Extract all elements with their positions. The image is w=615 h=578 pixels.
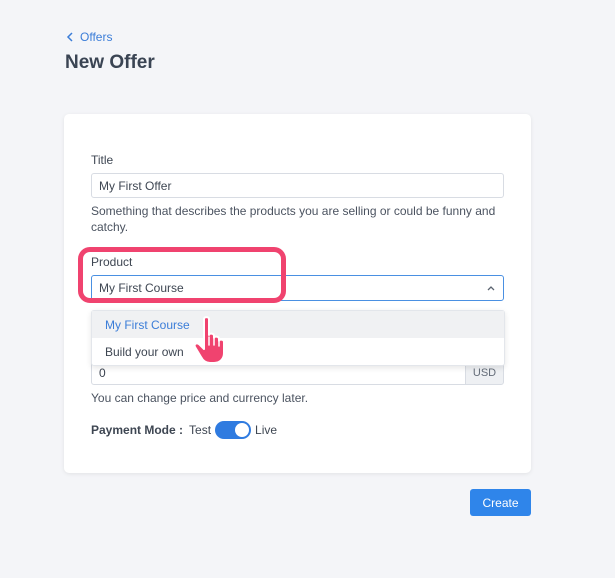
title-label: Title (91, 153, 114, 167)
price-input-value: 0 (99, 366, 106, 380)
toggle-knob (235, 423, 250, 437)
product-option-build-your-own[interactable]: Build your own (92, 338, 504, 365)
create-button[interactable]: Create (470, 489, 531, 516)
product-dropdown-menu: My First Course Build your own (91, 310, 505, 366)
price-help-text: You can change price and currency later. (91, 391, 309, 405)
chevron-left-icon (66, 32, 73, 42)
product-select[interactable]: My First Course (91, 275, 504, 301)
product-select-value: My First Course (99, 281, 184, 295)
pointing-hand-icon (193, 316, 225, 364)
title-input[interactable]: My First Offer (91, 173, 504, 198)
payment-mode-label: Payment Mode : (91, 423, 184, 437)
page-title: New Offer (65, 52, 155, 73)
chevron-up-icon (487, 286, 495, 291)
payment-mode-toggle[interactable] (215, 421, 252, 439)
breadcrumb[interactable]: Offers (66, 30, 112, 44)
breadcrumb-link-offers[interactable]: Offers (80, 30, 112, 44)
product-option-label: My First Course (105, 317, 190, 332)
payment-mode-test-label: Test (189, 423, 212, 437)
product-label: Product (91, 255, 133, 269)
product-option-label: Build your own (105, 344, 184, 359)
product-option-my-first-course[interactable]: My First Course (92, 311, 504, 338)
payment-mode-live-label: Live (255, 423, 278, 437)
title-input-value: My First Offer (99, 178, 172, 193)
title-help-text: Something that describes the products yo… (91, 204, 496, 234)
payment-mode-row: Payment Mode : Test Live (91, 421, 277, 439)
